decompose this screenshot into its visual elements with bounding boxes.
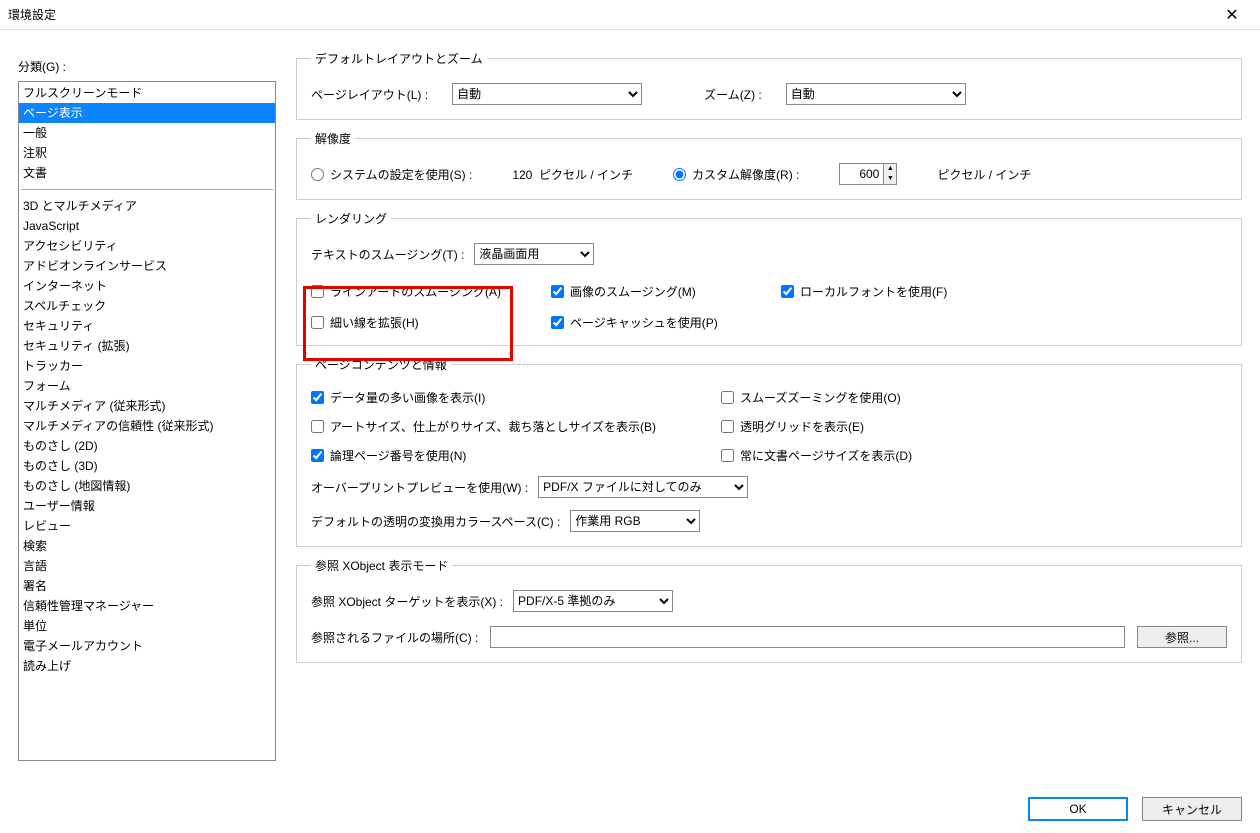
legend-page-content: ページコンテンツと情報 <box>311 356 451 373</box>
text-smoothing-label: テキストのスムージング(T) : <box>311 246 464 263</box>
sidebar-item[interactable]: トラッカー <box>19 356 275 376</box>
overprint-select[interactable]: PDF/X ファイルに対してのみ <box>538 476 748 498</box>
sidebar-item[interactable]: アドビオンラインサービス <box>19 256 275 276</box>
trans-cs-label: デフォルトの透明の変換用カラースペース(C) : <box>311 513 560 530</box>
group-rendering: レンダリング テキストのスムージング(T) : 液晶画面用 ラインアートのスムー… <box>296 210 1242 346</box>
zoom-label: ズーム(Z) : <box>704 86 762 103</box>
sidebar-item[interactable]: 信頼性管理マネージャー <box>19 596 275 616</box>
sidebar-item[interactable]: スペルチェック <box>19 296 275 316</box>
sidebar-item[interactable]: 単位 <box>19 616 275 636</box>
sidebar-item[interactable]: 読み上げ <box>19 656 275 676</box>
sidebar-item[interactable]: マルチメディアの信頼性 (従来形式) <box>19 416 275 436</box>
overprint-label: オーバープリントプレビューを使用(W) : <box>311 479 528 496</box>
sidebar-item[interactable]: 一般 <box>19 123 275 143</box>
xobject-target-select[interactable]: PDF/X-5 準拠のみ <box>513 590 673 612</box>
dialog-footer: OK キャンセル <box>1028 797 1242 821</box>
sidebar-item[interactable]: 検索 <box>19 536 275 556</box>
sidebar-item[interactable]: ページ表示 <box>19 103 275 123</box>
sidebar-item[interactable]: レビュー <box>19 516 275 536</box>
page-layout-select[interactable]: 自動 <box>452 83 642 105</box>
custom-res-input[interactable] <box>839 163 883 185</box>
cancel-button[interactable]: キャンセル <box>1142 797 1242 821</box>
custom-res-spinner[interactable]: ▲ ▼ <box>839 163 897 185</box>
trans-cs-select[interactable]: 作業用 RGB <box>570 510 700 532</box>
sidebar-item[interactable]: JavaScript <box>19 216 275 236</box>
sidebar-item[interactable]: フルスクリーンモード <box>19 83 275 103</box>
group-resolution: 解像度 システムの設定を使用(S) : 120 ピクセル / インチ カスタム解… <box>296 130 1242 200</box>
legend-rendering: レンダリング <box>311 210 391 227</box>
xobject-file-loc-label: 参照されるファイルの場所(C) : <box>311 629 478 646</box>
sidebar-item[interactable]: アクセシビリティ <box>19 236 275 256</box>
close-icon[interactable]: ✕ <box>1212 5 1252 25</box>
check-image-smooth[interactable]: 画像のスムージング(M) <box>551 283 771 300</box>
legend-xobject: 参照 XObject 表示モード <box>311 557 452 574</box>
group-layout-zoom: デフォルトレイアウトとズーム ページレイアウト(L) : 自動 ズーム(Z) :… <box>296 50 1242 120</box>
sidebar-item[interactable]: 署名 <box>19 576 275 596</box>
sidebar-item[interactable]: 言語 <box>19 556 275 576</box>
check-line-art[interactable]: ラインアートのスムージング(A) <box>311 283 541 300</box>
text-smoothing-select[interactable]: 液晶画面用 <box>474 243 594 265</box>
sidebar-item[interactable]: マルチメディア (従来形式) <box>19 396 275 416</box>
sidebar-item[interactable]: セキュリティ <box>19 316 275 336</box>
sidebar-item[interactable]: ユーザー情報 <box>19 496 275 516</box>
check-smooth-zoom[interactable]: スムーズズーミングを使用(O) <box>721 389 1021 406</box>
check-page-cache[interactable]: ページキャッシュを使用(P) <box>551 314 771 331</box>
radio-system-res[interactable]: システムの設定を使用(S) : <box>311 166 472 183</box>
xobject-target-label: 参照 XObject ターゲットを表示(X) : <box>311 593 503 610</box>
sidebar-item[interactable]: フォーム <box>19 376 275 396</box>
system-res-value: 120 <box>512 168 532 182</box>
check-thin-line[interactable]: 細い線を拡張(H) <box>311 314 541 331</box>
sidebar-item[interactable]: セキュリティ (拡張) <box>19 336 275 356</box>
sidebar-item[interactable]: 文書 <box>19 163 275 183</box>
radio-custom-res[interactable]: カスタム解像度(R) : <box>673 166 799 183</box>
check-trans-grid[interactable]: 透明グリッドを表示(E) <box>721 418 1021 435</box>
xobject-file-loc-input[interactable] <box>490 626 1125 648</box>
ok-button[interactable]: OK <box>1028 797 1128 821</box>
zoom-select[interactable]: 自動 <box>786 83 966 105</box>
browse-button[interactable]: 参照... <box>1137 626 1227 648</box>
group-xobject: 参照 XObject 表示モード 参照 XObject ターゲットを表示(X) … <box>296 557 1242 663</box>
group-page-content: ページコンテンツと情報 データ量の多い画像を表示(I) スムーズズーミングを使用… <box>296 356 1242 547</box>
sidebar-item[interactable]: 注釈 <box>19 143 275 163</box>
spinner-up-icon[interactable]: ▲ <box>884 164 896 174</box>
check-always-pg-size[interactable]: 常に文書ページサイズを表示(D) <box>721 447 1021 464</box>
page-layout-label: ページレイアウト(L) : <box>311 86 428 103</box>
sidebar-item[interactable]: ものさし (3D) <box>19 456 275 476</box>
sidebar-item[interactable]: ものさし (地図情報) <box>19 476 275 496</box>
check-art-size[interactable]: アートサイズ、仕上がりサイズ、裁ち落としサイズを表示(B) <box>311 418 711 435</box>
category-label: 分類(G) : <box>18 58 276 75</box>
sidebar-item[interactable]: ものさし (2D) <box>19 436 275 456</box>
legend-layout-zoom: デフォルトレイアウトとズーム <box>311 50 487 67</box>
spinner-down-icon[interactable]: ▼ <box>884 174 896 184</box>
sidebar-item[interactable]: 電子メールアカウント <box>19 636 275 656</box>
titlebar: 環境設定 ✕ <box>0 0 1260 30</box>
check-large-images[interactable]: データ量の多い画像を表示(I) <box>311 389 711 406</box>
check-logical-pg[interactable]: 論理ページ番号を使用(N) <box>311 447 711 464</box>
legend-resolution: 解像度 <box>311 130 355 147</box>
sidebar-item[interactable]: 3D とマルチメディア <box>19 196 275 216</box>
check-local-font[interactable]: ローカルフォントを使用(F) <box>781 283 981 300</box>
window-title: 環境設定 <box>8 6 1212 23</box>
category-list[interactable]: フルスクリーンモードページ表示一般注釈文書 3D とマルチメディアJavaScri… <box>18 81 276 761</box>
sidebar-item[interactable]: インターネット <box>19 276 275 296</box>
